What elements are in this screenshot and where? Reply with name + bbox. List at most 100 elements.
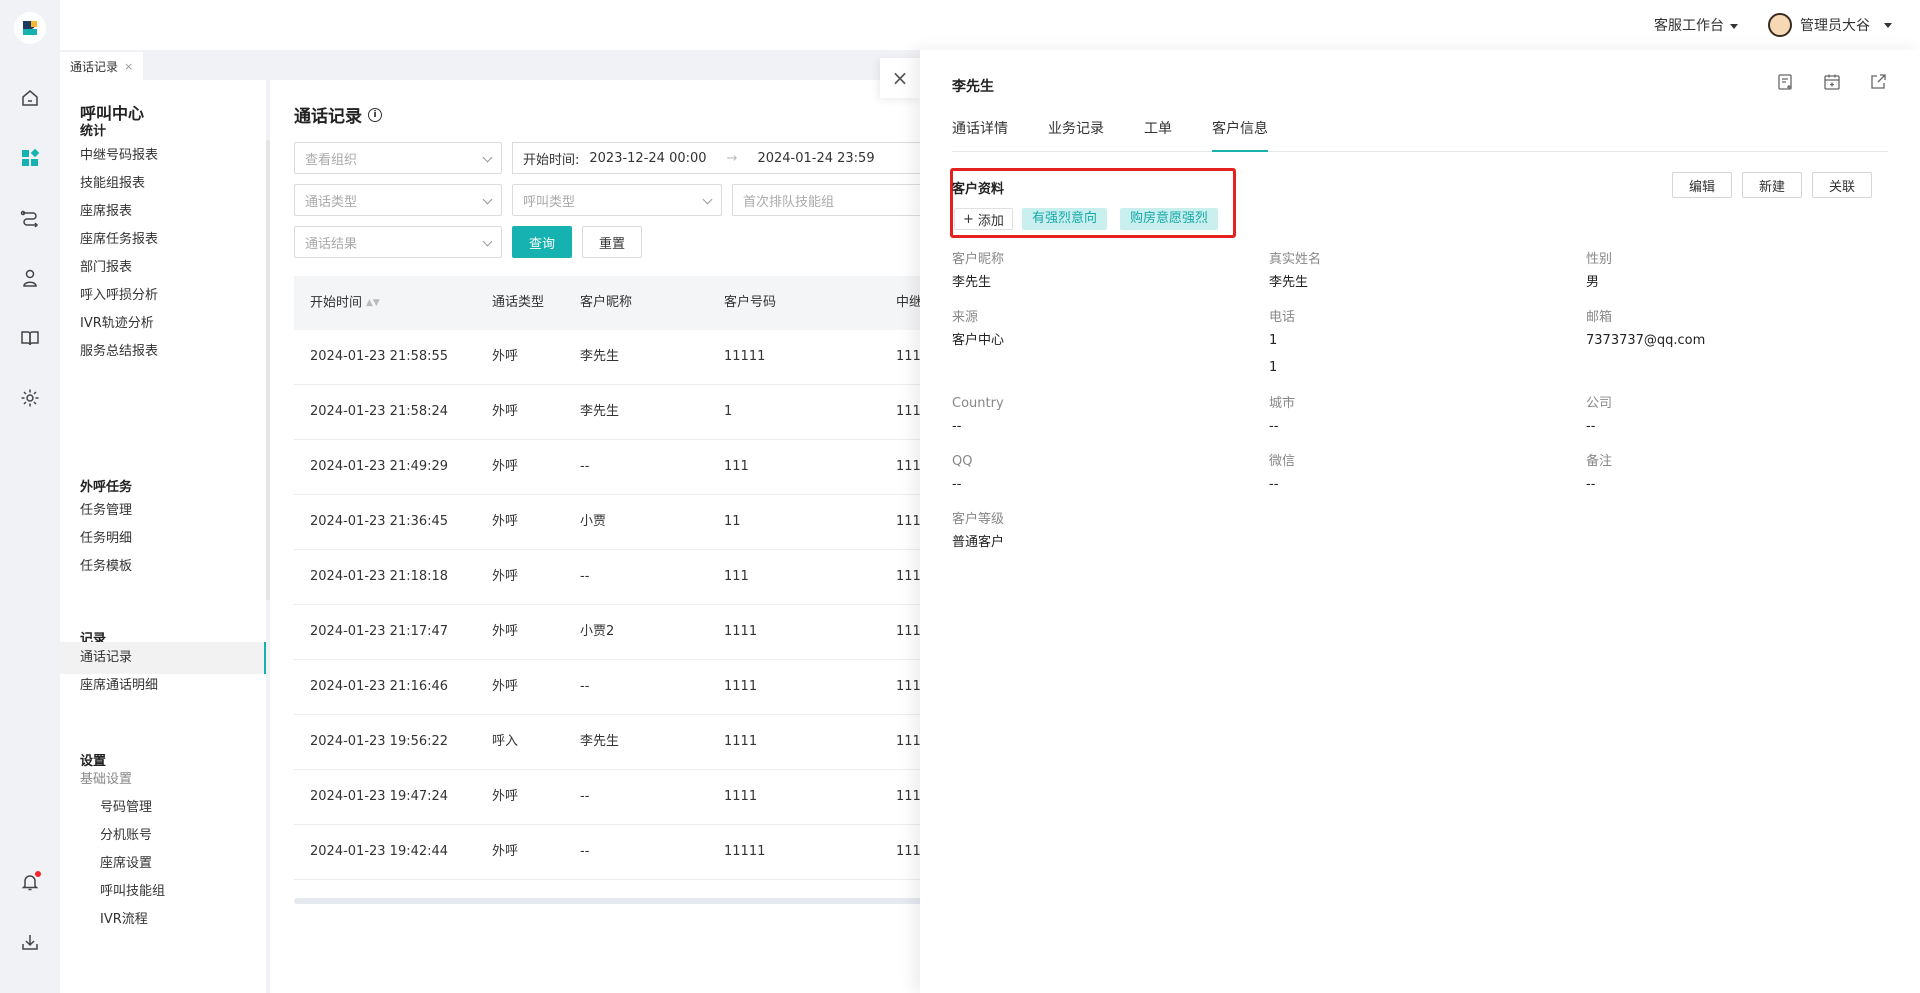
field-nickname: 客户昵称 李先生 xyxy=(952,250,1252,293)
call-type-select[interactable]: 通话类型 xyxy=(294,184,502,216)
download-icon[interactable] xyxy=(18,930,42,954)
table-row[interactable]: 2024-01-23 21:49:29 外呼 -- 111 111 xyxy=(294,440,920,495)
app-rail xyxy=(0,0,60,993)
cell-number: 1111 xyxy=(724,679,758,694)
tab-business-records[interactable]: 业务记录 xyxy=(1048,114,1104,152)
reset-button[interactable]: 重置 xyxy=(582,226,642,258)
new-button[interactable]: 新建 xyxy=(1742,172,1802,198)
add-tag-button[interactable]: + 添加 xyxy=(954,208,1013,230)
table-row[interactable]: 2024-01-23 21:17:47 外呼 小贾2 1111 111 xyxy=(294,605,920,660)
field-value: 李先生 xyxy=(1269,275,1309,290)
cell-number: 11111 xyxy=(724,349,766,364)
user-menu[interactable]: 管理员大谷 xyxy=(1768,13,1892,37)
external-link-icon[interactable] xyxy=(1868,72,1888,92)
cell-call-type: 外呼 xyxy=(492,679,519,694)
customer-tag[interactable]: 购房意愿强烈 xyxy=(1120,208,1219,230)
field-value: 1 xyxy=(1269,360,1278,375)
sidebar-nav: 呼叫中心 统计 中继号码报表 技能组报表 座席报表 座席任务报表 部门报表 呼入… xyxy=(60,80,266,993)
workspace-dropdown[interactable]: 客服工作台 xyxy=(1654,15,1738,35)
agent-icon[interactable] xyxy=(18,266,42,290)
customer-drawer: 李先生 通话详情 业务记录 工单 客户信息 客户资料 + 添加 有强烈意向 购房意… xyxy=(920,50,1920,993)
field-value: -- xyxy=(1586,419,1596,434)
cell-call-type: 外呼 xyxy=(492,789,519,804)
result-select[interactable]: 通话结果 xyxy=(294,226,502,258)
field-wechat: 微信 -- xyxy=(1269,452,1569,495)
cell-call-type: 外呼 xyxy=(492,624,519,639)
caret-down-icon xyxy=(1730,23,1738,29)
route-icon[interactable] xyxy=(18,206,42,230)
sidebar-item-task-template[interactable]: 任务模板 xyxy=(60,551,266,583)
bell-icon[interactable] xyxy=(18,870,42,894)
date-range-picker[interactable]: 开始时间: 2023-12-24 00:00 → 2024-01-24 23:5… xyxy=(512,142,920,174)
cell-start-time: 2024-01-23 21:18:18 xyxy=(310,569,449,584)
org-select[interactable]: 查看组织 xyxy=(294,142,502,174)
table-row[interactable]: 2024-01-23 19:56:22 呼入 李先生 1111 111 xyxy=(294,715,920,770)
field-label: 备注 xyxy=(1586,454,1613,469)
top-bar: 客服工作台 管理员大谷 xyxy=(60,0,1920,50)
drawer-close-button[interactable]: × xyxy=(880,58,920,98)
table-row[interactable]: 2024-01-23 19:42:44 外呼 -- 11111 111 xyxy=(294,825,920,880)
drawer-title: 李先生 xyxy=(952,79,994,95)
tab-customer-info[interactable]: 客户信息 xyxy=(1212,114,1268,152)
cell-number: 111 xyxy=(724,569,749,584)
link-button[interactable]: 关联 xyxy=(1812,172,1872,198)
field-value: 客户中心 xyxy=(952,333,1005,348)
drawer-tabs: 通话详情 业务记录 工单 客户信息 xyxy=(952,114,1888,152)
cell-start-time: 2024-01-23 19:47:24 xyxy=(310,789,449,804)
dial-type-select[interactable]: 呼叫类型 xyxy=(512,184,722,216)
query-button[interactable]: 查询 xyxy=(512,226,572,258)
tab-label: 通话记录 xyxy=(70,59,119,74)
edit-button[interactable]: 编辑 xyxy=(1672,172,1732,198)
table-row[interactable]: 2024-01-23 19:47:24 外呼 -- 1111 111 xyxy=(294,770,920,825)
app-logo[interactable] xyxy=(14,12,46,44)
field-label: 客户等级 xyxy=(952,512,1005,527)
field-label: 客户昵称 xyxy=(952,252,1005,267)
cell-call-type: 外呼 xyxy=(492,349,519,364)
tab-call-detail[interactable]: 通话详情 xyxy=(952,114,1008,152)
field-value: 7373737@qq.com xyxy=(1586,333,1706,348)
table-row[interactable]: 2024-01-23 21:58:24 外呼 李先生 1 111 xyxy=(294,385,920,440)
add-tag-label: 添加 xyxy=(977,213,1004,229)
customer-tag[interactable]: 有强烈意向 xyxy=(1022,208,1108,230)
field-label: Country xyxy=(952,396,1004,411)
queue-select[interactable]: 首次排队技能组 xyxy=(732,184,920,216)
cell-call-type: 外呼 xyxy=(492,844,519,859)
field-label: 来源 xyxy=(952,310,979,325)
field-label: 性别 xyxy=(1586,252,1613,267)
table-horizontal-scrollbar[interactable] xyxy=(294,898,920,904)
field-label: 真实姓名 xyxy=(1269,252,1322,267)
cell-call-type: 呼入 xyxy=(492,734,519,749)
field-value: -- xyxy=(952,419,962,434)
table-row[interactable]: 2024-01-23 21:16:46 外呼 -- 1111 111 xyxy=(294,660,920,715)
note-add-icon[interactable] xyxy=(1776,72,1796,92)
dashboard-icon[interactable] xyxy=(18,146,42,170)
table-row[interactable]: 2024-01-23 21:58:55 外呼 李先生 11111 111 xyxy=(294,330,920,385)
cell-start-time: 2024-01-23 21:58:24 xyxy=(310,404,449,419)
field-country: Country -- xyxy=(952,394,1252,437)
book-icon[interactable] xyxy=(18,326,42,350)
table-row[interactable]: 2024-01-23 21:18:18 外呼 -- 111 111 xyxy=(294,550,920,605)
field-value: -- xyxy=(952,477,962,492)
cell-number: 1111 xyxy=(724,789,758,804)
col-nickname: 客户昵称 xyxy=(580,295,633,310)
tab-call-records[interactable]: 通话记录 × xyxy=(60,52,144,80)
section-title: 客户资料 xyxy=(952,182,1005,197)
sidebar-item-agent-call-detail[interactable]: 座席通话明细 xyxy=(60,670,266,702)
cell-trunk: 111 xyxy=(896,514,920,529)
table-row[interactable]: 2024-01-23 21:36:45 外呼 小贾 11 111 xyxy=(294,495,920,550)
sidebar-item-ivr-flow[interactable]: IVR流程 xyxy=(60,904,266,936)
settings-gear-icon[interactable] xyxy=(18,386,42,410)
col-trunk: 中继 xyxy=(896,295,920,310)
tab-close-icon[interactable]: × xyxy=(124,60,133,73)
info-icon[interactable]: i xyxy=(368,107,382,122)
field-company: 公司 -- xyxy=(1586,394,1886,437)
calendar-add-icon[interactable] xyxy=(1822,72,1842,92)
sidebar-item-service-summary[interactable]: 服务总结报表 xyxy=(60,336,266,368)
cell-start-time: 2024-01-23 21:58:55 xyxy=(310,349,449,364)
col-start-time[interactable]: 开始时间 ▲▼ xyxy=(310,276,380,331)
sort-icon[interactable]: ▲▼ xyxy=(366,276,380,330)
field-realname: 真实姓名 李先生 xyxy=(1269,250,1569,293)
home-icon[interactable] xyxy=(18,86,42,110)
tab-tickets[interactable]: 工单 xyxy=(1144,114,1172,152)
field-value: 李先生 xyxy=(952,275,992,290)
